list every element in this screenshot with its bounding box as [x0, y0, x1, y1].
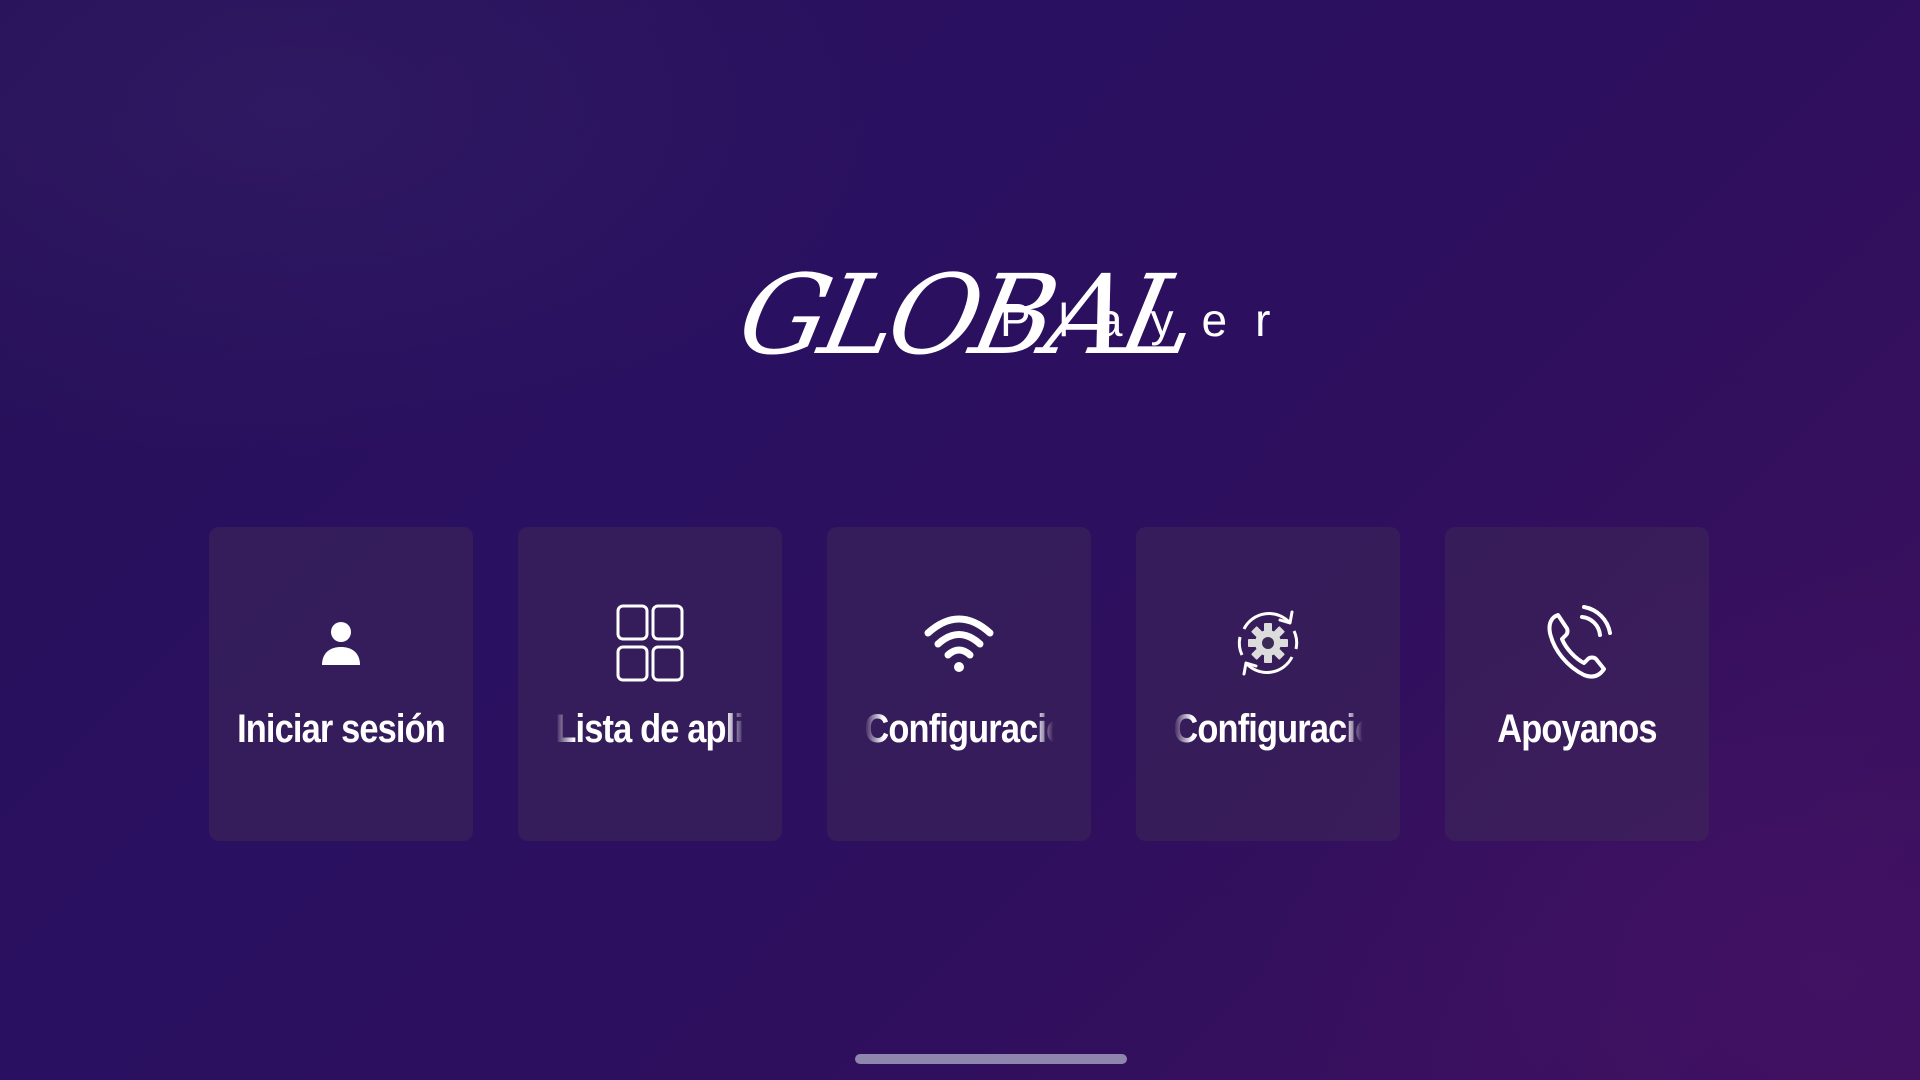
user-icon: [305, 603, 377, 683]
phone-call-icon: [1541, 603, 1613, 683]
wifi-icon: [923, 603, 995, 683]
menu-tile-label: Configuración de red: [864, 707, 1053, 751]
app-logo: GLOBAL Player: [728, 250, 1270, 380]
apps-grid-icon: [614, 603, 686, 683]
home-indicator[interactable]: [855, 1054, 1127, 1064]
menu-tile-login[interactable]: Iniciar sesión: [209, 527, 473, 841]
menu-tile-app-list[interactable]: Lista de aplicaciones: [518, 527, 782, 841]
menu-tile-label: Lista de aplicaciones: [555, 707, 744, 751]
menu-tile-label: Iniciar sesión: [237, 707, 446, 751]
main-menu: Iniciar sesión Lista de aplicaciones Con…: [209, 527, 1709, 841]
menu-tile-support[interactable]: Apoyanos: [1445, 527, 1709, 841]
logo-player-text: Player: [1000, 294, 1299, 346]
settings-sync-icon: [1232, 603, 1304, 683]
menu-tile-network-settings[interactable]: Configuración de red: [827, 527, 1091, 841]
menu-tile-system-settings[interactable]: Configuración del sistema: [1136, 527, 1400, 841]
menu-tile-label: Apoyanos: [1497, 707, 1657, 751]
menu-tile-label: Configuración del sistema: [1173, 707, 1362, 751]
